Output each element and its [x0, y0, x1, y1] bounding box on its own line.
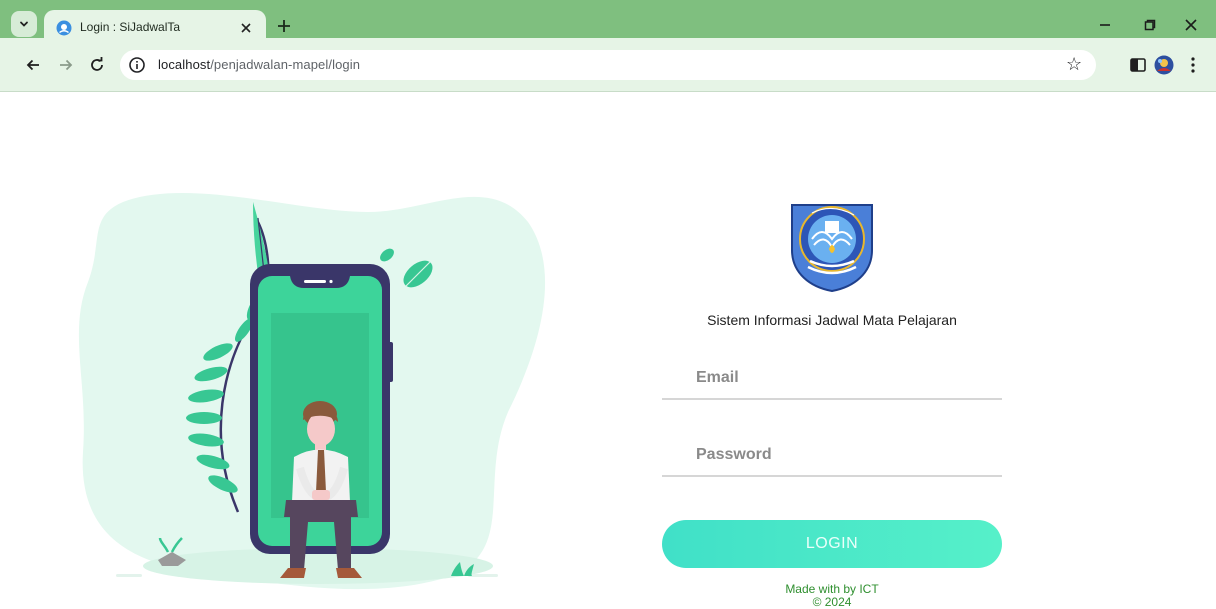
browser-toolbar: localhost/penjadwalan-mapel/login ☆	[0, 38, 1216, 92]
new-tab-button[interactable]	[272, 14, 296, 38]
close-icon	[241, 23, 251, 33]
tab-search-button[interactable]	[11, 11, 37, 37]
close-tab-button[interactable]	[236, 18, 256, 38]
kebab-menu-icon	[1191, 57, 1195, 73]
minimize-icon	[1100, 24, 1110, 26]
plus-icon	[278, 20, 290, 32]
email-field[interactable]	[662, 358, 1002, 400]
reload-icon	[91, 57, 103, 71]
url-text: localhost/penjadwalan-mapel/login	[158, 57, 360, 72]
side-panel-button[interactable]	[1127, 54, 1149, 76]
address-bar[interactable]: localhost/penjadwalan-mapel/login ☆	[120, 50, 1096, 80]
profile-button[interactable]	[1153, 54, 1175, 76]
chevron-down-icon	[20, 21, 28, 27]
back-button[interactable]	[22, 54, 44, 76]
url-host: localhost	[158, 57, 211, 72]
footer-credit: Made with by ICT © 2024	[662, 583, 1002, 609]
url-path: /penjadwalan-mapel/login	[210, 57, 361, 72]
reload-button[interactable]	[86, 54, 108, 76]
forward-arrow-icon	[60, 59, 73, 71]
tab-title: Login : SiJadwalTa	[80, 20, 181, 34]
restore-icon	[1144, 19, 1156, 31]
side-panel-icon	[1130, 58, 1146, 72]
browser-menu-button[interactable]	[1182, 54, 1204, 76]
close-icon	[1185, 19, 1197, 31]
password-field[interactable]	[662, 435, 1002, 477]
footer-copyright: © 2024	[812, 595, 852, 609]
avatar-icon	[1154, 55, 1174, 75]
app-subtitle: Sistem Informasi Jadwal Mata Pelajaran	[707, 312, 957, 328]
forward-button[interactable]	[55, 54, 77, 76]
info-icon[interactable]	[128, 56, 146, 74]
close-window-button[interactable]	[1176, 12, 1206, 38]
minimize-button[interactable]	[1090, 12, 1120, 38]
login-page: Sistem Informasi Jadwal Mata Pelajaran L…	[0, 92, 1216, 609]
site-favicon-icon	[56, 20, 72, 36]
tut-wuri-handayani-emblem	[791, 204, 873, 293]
person-with-phone-illustration	[78, 192, 546, 590]
restore-button[interactable]	[1135, 12, 1165, 38]
back-arrow-icon	[26, 59, 39, 71]
login-panel: Sistem Informasi Jadwal Mata Pelajaran L…	[662, 92, 1002, 609]
login-button[interactable]: LOGIN	[662, 520, 1002, 568]
bookmark-star-icon[interactable]: ☆	[1066, 55, 1084, 73]
